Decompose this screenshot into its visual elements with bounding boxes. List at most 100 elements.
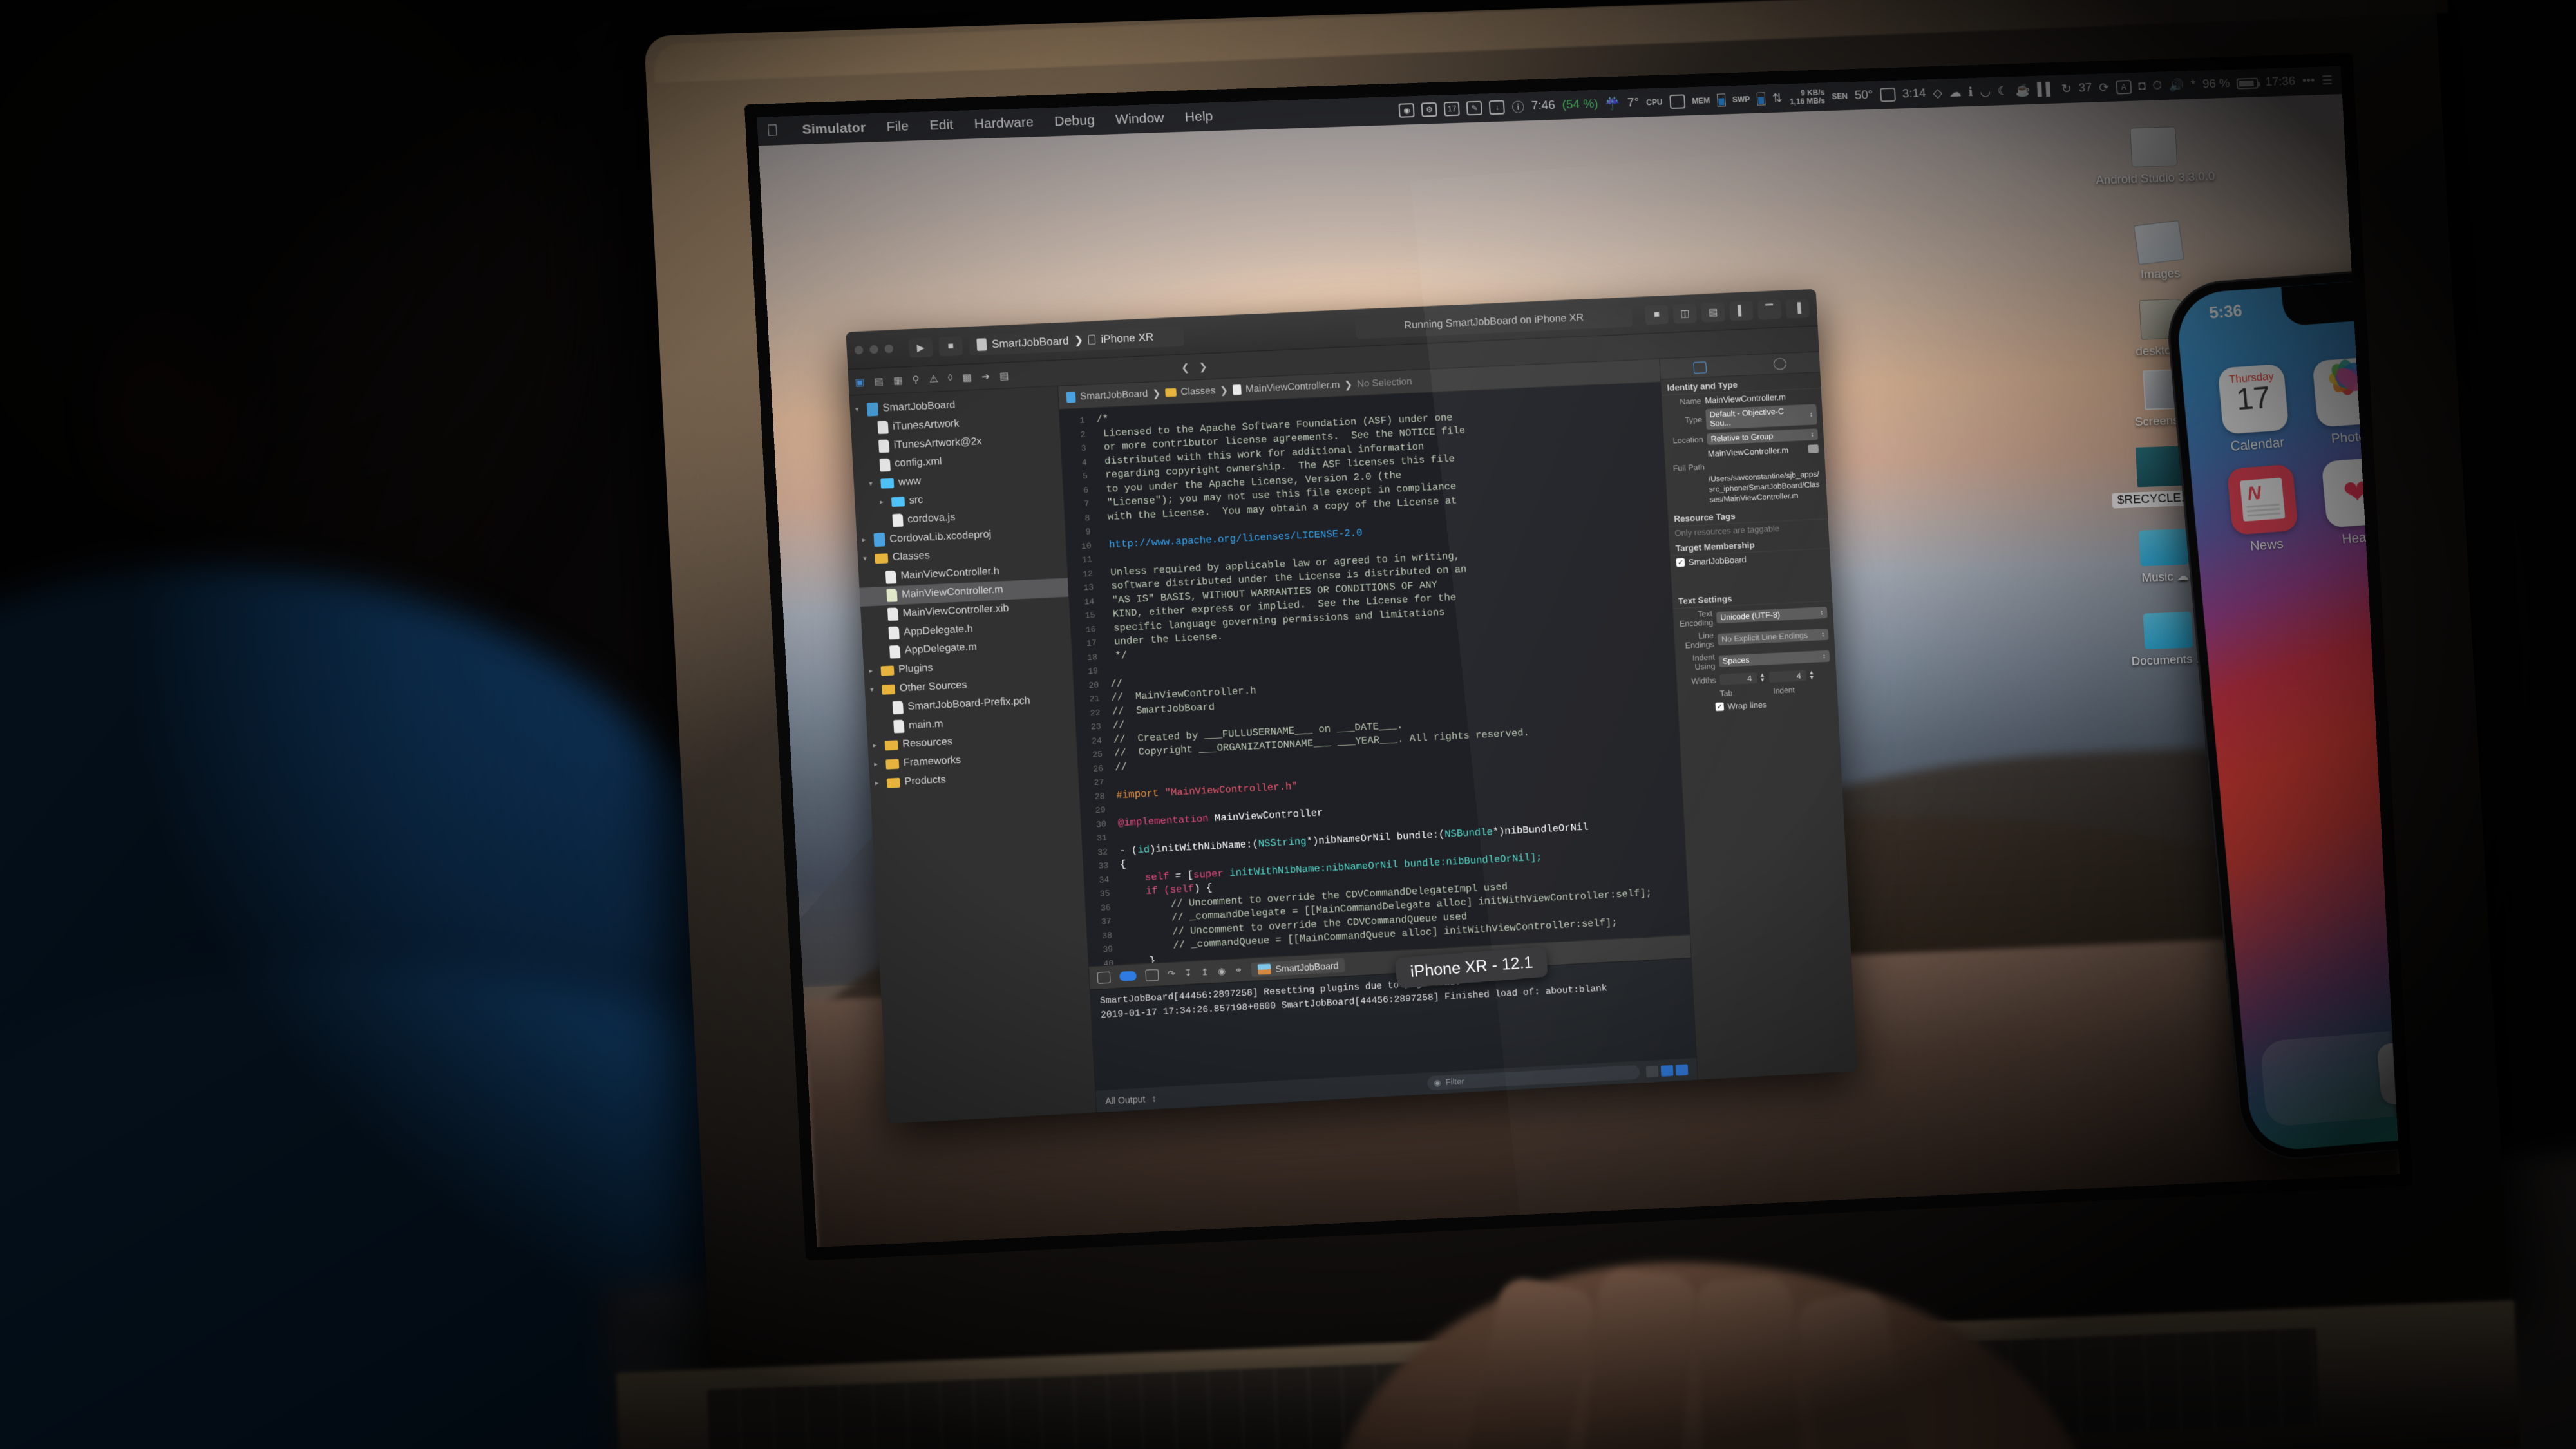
input-source-icon[interactable]: A (2116, 80, 2132, 95)
step-into-icon[interactable]: ↧ (1184, 967, 1193, 979)
disclosure-triangle-icon[interactable] (882, 727, 889, 728)
info-icon[interactable]: ℹ (1968, 84, 1973, 99)
calendar-icon[interactable]: 17 (1444, 102, 1460, 117)
process-selector[interactable]: SmartJobBoard (1251, 958, 1345, 977)
count-badge[interactable]: 37 (2078, 81, 2092, 95)
network-arrows-icon[interactable]: ⇅ (1772, 91, 1783, 106)
disclosure-triangle-icon[interactable] (876, 615, 883, 616)
editor-forward-button[interactable]: ❯ (1198, 361, 1208, 373)
disclosure-triangle-icon[interactable]: ▸ (862, 535, 869, 547)
swap-bar-icon[interactable] (1757, 92, 1766, 105)
breadcrumb-selection[interactable]: No Selection (1357, 376, 1412, 390)
desktop-icon-android-studio[interactable]: Android Studio 3.3.0.0 (2089, 125, 2219, 188)
menu-item-edit[interactable]: Edit (919, 117, 964, 134)
run-button[interactable]: ▶ (909, 337, 933, 357)
camera-icon[interactable]: ◉ (1399, 103, 1415, 118)
desktop-icon-images[interactable]: Images (2094, 221, 2224, 284)
moon-icon[interactable]: ☾ (1997, 84, 2009, 99)
scheme-selector[interactable]: SmartJobBoard ❯ iPhone XR (969, 325, 1184, 355)
report-navigator-tab[interactable]: ▤ (999, 370, 1009, 382)
code-content[interactable]: /* Licensed to the Apache Software Found… (1089, 382, 1689, 964)
project-navigator[interactable]: ▾ SmartJobBoard iTunesArtwork iTunesArtwork… (849, 386, 1097, 1124)
battery-percent[interactable]: 96 % (2202, 77, 2230, 91)
console-scope-selector[interactable]: All Output (1105, 1092, 1146, 1108)
menu-clock[interactable]: 17:36 (2265, 75, 2296, 90)
pause-icon[interactable] (1145, 969, 1159, 981)
menu-item-file[interactable]: File (876, 118, 920, 135)
tab-stepper[interactable]: 4 ▲ ▼ (1719, 672, 1765, 685)
source-editor[interactable]: 1 2 3 4 5 6 7 8 9 10 11 12 13 14 15 16 17 18 19 20 21 22 23 24 2… (1059, 382, 1690, 966)
debug-toggle-switch[interactable] (1119, 971, 1137, 981)
step-out-icon[interactable]: ↥ (1201, 967, 1209, 978)
source-control-navigator-tab[interactable]: ▤ (874, 375, 884, 387)
wrap-lines-checkbox[interactable]: ✓ (1716, 703, 1725, 712)
menu-item-help[interactable]: Help (1174, 109, 1224, 126)
file-inspector-tab[interactable] (1694, 361, 1707, 374)
memory-graph-icon[interactable]: ◉ (1217, 965, 1226, 977)
coffee-icon[interactable]: ☕ (2015, 82, 2031, 99)
bluetooth-icon[interactable]: * (2190, 78, 2195, 92)
menu-item-window[interactable]: Window (1104, 110, 1175, 128)
note-icon[interactable]: ✎ (1466, 101, 1482, 116)
project-navigator-tab[interactable]: ▣ (855, 376, 864, 388)
timemachine-small-icon[interactable]: ↻ (2061, 81, 2072, 96)
view-hierarchy-icon[interactable]: ⚭ (1235, 965, 1243, 976)
step-over-icon[interactable]: ↷ (1168, 968, 1176, 980)
toggle-inspector-button[interactable]: ▐ (1786, 298, 1810, 318)
battery-icon[interactable] (2237, 77, 2259, 89)
indent-value[interactable]: 4 (1769, 670, 1806, 683)
disclosure-triangle-icon[interactable]: ▾ (869, 478, 876, 490)
wifi-icon[interactable]: ◘ (2138, 79, 2146, 93)
show-both-button[interactable] (1676, 1064, 1689, 1075)
menu-item-debug[interactable]: Debug (1043, 113, 1105, 130)
overflow-icon[interactable]: ••• (2302, 74, 2315, 88)
stepper-icon[interactable]: ▲ ▼ (1759, 673, 1766, 683)
disclosure-triangle-icon[interactable]: ▸ (875, 778, 882, 790)
control-center-icon[interactable]: ☰ (2322, 73, 2333, 88)
quick-help-tab[interactable] (1773, 357, 1786, 370)
tab-value[interactable]: 4 (1719, 673, 1757, 686)
display-time[interactable]: 3:14 (1902, 86, 1926, 101)
toggle-navigator-button[interactable]: ▌ (1729, 301, 1753, 321)
symbol-navigator-tab[interactable]: ▦ (893, 374, 902, 386)
find-navigator-tab[interactable]: ⚲ (912, 374, 920, 386)
app-calendar[interactable]: Thursday 17 Calendar (2203, 363, 2306, 456)
menu-timer[interactable]: 7:46 (1531, 99, 1555, 113)
issue-navigator-tab[interactable]: ⚠ (929, 373, 938, 385)
standard-editor-button[interactable]: ■ (1645, 304, 1669, 325)
version-editor-button[interactable]: ▤ (1701, 302, 1725, 323)
zoom-button[interactable] (884, 345, 893, 354)
mem-bar-icon[interactable] (1717, 93, 1726, 106)
show-console-button[interactable] (1661, 1065, 1674, 1076)
breadcrumb-file[interactable]: MainViewController.m (1245, 379, 1340, 395)
menu-battery-percent-alt[interactable]: (54 %) (1562, 97, 1598, 113)
refresh-icon[interactable]: ⟳ (2099, 80, 2110, 95)
disclosure-triangle-icon[interactable] (881, 521, 888, 522)
vpn-icon[interactable]: ⓘ (1511, 98, 1524, 116)
page-indicator-dots[interactable] (2241, 987, 2400, 1028)
line-endings-popup[interactable]: No Explicit Line Endings ↕ (1718, 629, 1829, 645)
breadcrumb-group[interactable]: Classes (1180, 385, 1216, 397)
weather-temp[interactable]: 7° (1627, 96, 1640, 111)
type-popup[interactable]: Default - Objective-C Sou... ↕ (1705, 404, 1817, 430)
settings-icon[interactable]: ⚙ (1421, 102, 1437, 117)
menu-item-hardware[interactable]: Hardware (963, 115, 1045, 133)
disclosure-triangle-icon[interactable] (867, 447, 874, 448)
disclosure-triangle-icon[interactable]: ▸ (880, 497, 887, 508)
breadcrumb-project[interactable]: SmartJobBoard (1080, 388, 1148, 402)
cpu-graph-icon[interactable] (1669, 94, 1685, 109)
menu-item-simulator[interactable]: Simulator (791, 120, 876, 138)
network-speeds[interactable]: 9 KB/s 1,16 MB/s (1789, 89, 1825, 106)
download-icon[interactable]: ↓ (1489, 100, 1505, 115)
disclosure-triangle-icon[interactable] (881, 708, 888, 709)
close-button[interactable] (855, 346, 864, 355)
indent-using-popup[interactable]: Spaces ↕ (1719, 650, 1830, 667)
disclosure-triangle-icon[interactable]: ▸ (874, 759, 882, 771)
disclosure-triangle-icon[interactable] (878, 652, 885, 653)
apple-logo-icon[interactable]:  (766, 122, 779, 140)
choose-folder-icon[interactable] (1808, 444, 1819, 453)
toggle-debug-area-button[interactable]: ▔ (1757, 299, 1781, 319)
sensor-temp[interactable]: 50° (1854, 88, 1873, 103)
encoding-popup[interactable]: Unicode (UTF-8) ↕ (1716, 607, 1828, 623)
debug-navigator-tab[interactable]: ▩ (962, 371, 972, 383)
